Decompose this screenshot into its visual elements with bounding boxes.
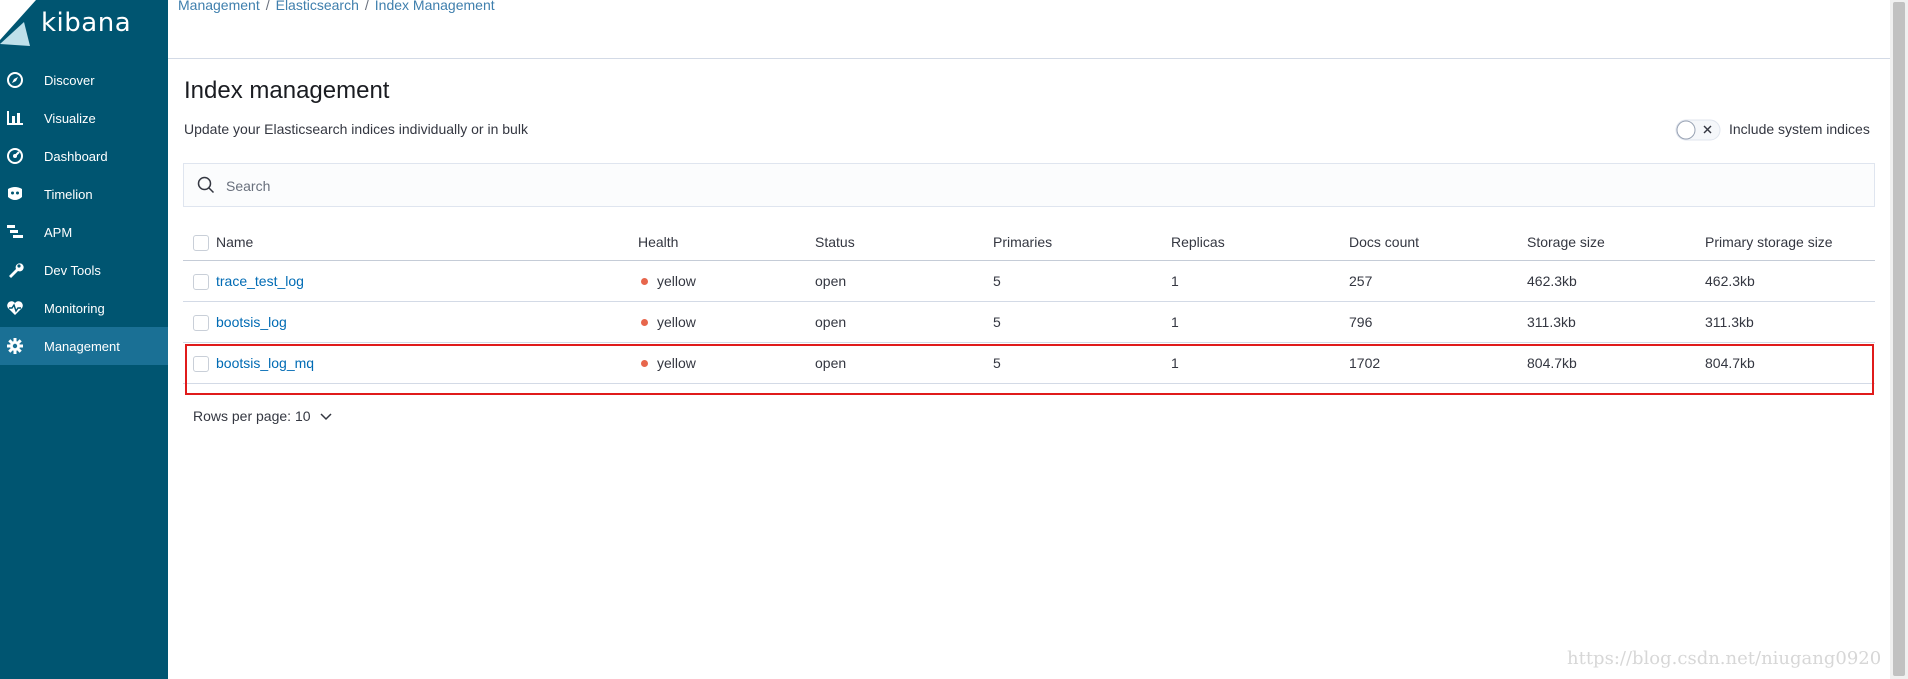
sidebar-item-label: Management [44, 338, 120, 354]
replicas-cell: 1 [1171, 314, 1179, 330]
kibana-logo-icon [0, 0, 36, 46]
sidebar-item-timelion[interactable]: Timelion [0, 175, 168, 213]
sidebar-item-discover[interactable]: Discover [0, 61, 168, 99]
column-header-docs-count[interactable]: Docs count [1349, 224, 1419, 260]
breadcrumb-elasticsearch[interactable]: Elasticsearch [276, 0, 359, 13]
breadcrumb: Management / Elasticsearch / Index Managemen… [178, 0, 495, 13]
top-bar: Management / Elasticsearch / Index Managemen… [168, 0, 1890, 59]
search-bar [183, 163, 1875, 207]
apm-icon [7, 225, 23, 238]
chevron-down-icon [320, 413, 332, 421]
primary-storage-size-cell: 311.3kb [1705, 314, 1754, 330]
sidebar-item-visualize[interactable]: Visualize [0, 99, 168, 137]
sidebar-item-dashboard[interactable]: Dashboard [0, 137, 168, 175]
sidebar-item-label: APM [44, 224, 73, 240]
sidebar-item-apm[interactable]: APM [0, 213, 168, 251]
health-cell: yellow [641, 261, 696, 301]
scrollbar-thumb[interactable] [1893, 2, 1905, 676]
gear-icon [7, 338, 23, 354]
replicas-cell: 1 [1171, 273, 1179, 289]
sidebar-item-label: Dashboard [44, 148, 108, 164]
dashboard-icon [7, 148, 23, 164]
table-row: bootsis_log yellow open 5 1 796 311.3kb … [183, 302, 1875, 343]
storage-size-cell: 804.7kb [1527, 355, 1577, 371]
timelion-icon [8, 187, 22, 200]
sidebar-item-label: Discover [44, 72, 95, 88]
bar-chart-icon [7, 111, 23, 125]
page-subtitle: Update your Elasticsearch indices indivi… [184, 121, 528, 137]
storage-size-cell: 462.3kb [1527, 273, 1577, 289]
sidebar-item-dev-tools[interactable]: Dev Tools [0, 251, 168, 289]
breadcrumb-management[interactable]: Management [178, 0, 260, 13]
index-name-link[interactable]: bootsis_log_mq [216, 343, 314, 383]
health-cell: yellow [641, 343, 696, 383]
docs-count-cell: 1702 [1349, 355, 1381, 371]
health-text: yellow [657, 355, 696, 371]
sidebar-item-management[interactable]: Management [0, 327, 168, 365]
primary-storage-size-cell: 804.7kb [1705, 355, 1755, 371]
rows-per-page-selector[interactable]: Rows per page: 10 [193, 408, 332, 424]
table-row: trace_test_log yellow open 5 1 257 462.3… [183, 261, 1875, 302]
kibana-logo[interactable]: kibana [0, 0, 168, 56]
primaries-cell: 5 [993, 314, 1001, 330]
indices-table: Name Health Status Primaries Replicas Do… [183, 224, 1875, 384]
row-checkbox[interactable] [193, 274, 209, 290]
health-text: yellow [657, 314, 696, 330]
compass-icon [7, 72, 23, 88]
column-header-primaries[interactable]: Primaries [993, 224, 1052, 260]
status-cell: open [815, 355, 847, 371]
row-checkbox[interactable] [193, 315, 209, 331]
sidebar-item-monitoring[interactable]: Monitoring [0, 289, 168, 327]
sidebar-item-label: Dev Tools [44, 262, 101, 278]
health-dot [641, 318, 648, 326]
index-name-link[interactable]: bootsis_log [216, 302, 287, 342]
include-system-indices-toggle[interactable] [1675, 119, 1721, 141]
health-dot [641, 359, 648, 367]
breadcrumb-index-management[interactable]: Index Management [375, 0, 495, 13]
sidebar-item-label: Visualize [44, 110, 96, 126]
status-cell: open [815, 273, 847, 289]
primaries-cell: 5 [993, 273, 1001, 289]
table-row: bootsis_log_mq yellow open 5 1 1702 804.… [183, 343, 1875, 384]
rows-per-page-label: Rows per page: 10 [193, 408, 311, 424]
replicas-cell: 1 [1171, 355, 1179, 371]
column-header-storage-size[interactable]: Storage size [1527, 224, 1605, 260]
sidebar: kibana Discover Visualize Dashboard Time… [0, 0, 168, 679]
health-dot [641, 277, 648, 285]
brand-name: kibana [41, 8, 132, 38]
column-header-replicas[interactable]: Replicas [1171, 224, 1225, 260]
column-header-health[interactable]: Health [638, 224, 678, 260]
row-checkbox[interactable] [193, 356, 209, 372]
docs-count-cell: 257 [1349, 273, 1373, 289]
column-header-name[interactable]: Name [216, 224, 253, 260]
heartbeat-icon [7, 301, 23, 315]
column-header-primary-storage-size[interactable]: Primary storage size [1705, 224, 1833, 260]
sidebar-item-label: Monitoring [44, 300, 105, 316]
search-icon [197, 176, 215, 194]
page-title: Index management [184, 77, 390, 104]
include-system-indices-label: Include system indices [1729, 121, 1870, 137]
primaries-cell: 5 [993, 355, 1001, 371]
status-cell: open [815, 314, 847, 330]
primary-storage-size-cell: 462.3kb [1705, 273, 1755, 289]
select-all-checkbox[interactable] [193, 235, 209, 251]
health-cell: yellow [641, 302, 696, 342]
search-input[interactable] [224, 172, 1828, 200]
health-text: yellow [657, 273, 696, 289]
vertical-scrollbar[interactable] [1890, 0, 1908, 679]
sidebar-item-label: Timelion [44, 186, 93, 202]
watermark: https://blog.csdn.net/niugang0920 [1567, 648, 1882, 669]
docs-count-cell: 796 [1349, 314, 1373, 330]
table-header-row: Name Health Status Primaries Replicas Do… [183, 224, 1875, 261]
wrench-icon [9, 263, 24, 278]
storage-size-cell: 311.3kb [1527, 314, 1576, 330]
column-header-status[interactable]: Status [815, 224, 855, 260]
index-name-link[interactable]: trace_test_log [216, 261, 304, 301]
